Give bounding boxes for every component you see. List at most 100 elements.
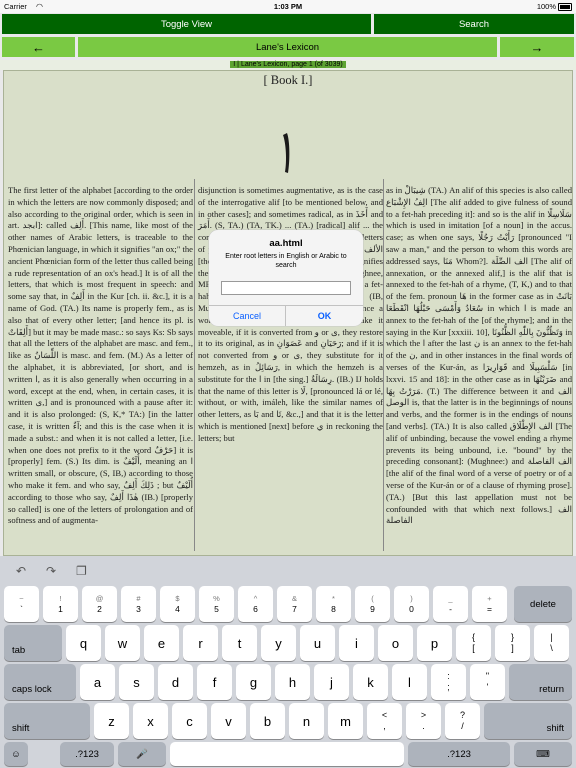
- key-h[interactable]: h: [275, 664, 310, 700]
- key-symbol: /: [461, 721, 464, 731]
- key-v[interactable]: v: [211, 703, 246, 739]
- key-w[interactable]: w: [105, 625, 140, 661]
- key-shift-symbol: (: [371, 594, 374, 603]
- key-k[interactable]: k: [353, 664, 388, 700]
- column-1: The first letter of the alphabet [accord…: [8, 185, 193, 527]
- tab-key[interactable]: tab: [4, 625, 62, 661]
- emoji-key[interactable]: ☺: [4, 742, 28, 766]
- lexicon-title-button[interactable]: Lane's Lexicon: [78, 37, 497, 57]
- key-punctuation[interactable]: " ': [470, 664, 505, 700]
- numbers-key-right[interactable]: .?123: [408, 742, 510, 766]
- key-o[interactable]: o: [378, 625, 413, 661]
- dialog-message: Enter root letters in English or Arabic …: [225, 253, 347, 269]
- key-symbol: 4: [175, 604, 180, 614]
- key-8[interactable]: * 8: [316, 586, 351, 622]
- key-shift-symbol: >: [420, 710, 427, 720]
- numbers-key-left[interactable]: .?123: [60, 742, 114, 766]
- key-symbol: ': [486, 682, 489, 692]
- key-5[interactable]: % 5: [199, 586, 234, 622]
- paste-icon[interactable]: ❐: [76, 564, 87, 578]
- key-4[interactable]: $4: [160, 586, 195, 622]
- page-info-text: I | Lane's Lexicon, page 1 (of 3039): [230, 61, 346, 68]
- redo-icon[interactable]: ↷: [46, 564, 56, 578]
- key-symbol: 3: [136, 604, 141, 614]
- return-key[interactable]: return: [509, 664, 572, 700]
- key-x[interactable]: x: [133, 703, 168, 739]
- key-shift-symbol: :: [447, 671, 450, 681]
- key-shift-symbol: @: [95, 594, 104, 603]
- key-bracket[interactable]: {[: [456, 625, 491, 661]
- key-1[interactable]: ! 1: [43, 586, 78, 622]
- key-j[interactable]: j: [314, 664, 349, 700]
- key-shift-symbol: ): [410, 594, 413, 603]
- key-l[interactable]: l: [392, 664, 427, 700]
- shift-right-key[interactable]: shift: [484, 703, 572, 739]
- key-7[interactable]: & 7: [277, 586, 312, 622]
- key-y[interactable]: y: [261, 625, 296, 661]
- hide-keyboard-key[interactable]: ⌨: [514, 742, 572, 766]
- key-symbol: [: [472, 643, 475, 653]
- search-button[interactable]: Search: [374, 14, 574, 34]
- key-p[interactable]: p: [417, 625, 452, 661]
- key-g[interactable]: g: [236, 664, 271, 700]
- key-n[interactable]: n: [289, 703, 324, 739]
- key-punctuation[interactable]: <,: [367, 703, 402, 739]
- key-symbol: 8: [331, 604, 336, 614]
- alif-glyph-icon: [283, 133, 290, 173]
- space-key[interactable]: [170, 742, 404, 766]
- key-r[interactable]: r: [183, 625, 218, 661]
- clock: 1:03 PM: [273, 2, 303, 11]
- toggle-view-label: Toggle View: [160, 18, 213, 30]
- onscreen-keyboard: ↶ ↷ ❐ ~ `! 1 @2 #3 $4% 5 ^ 6 & 7 * 8(9) 0 _ - + = delete ta…: [0, 556, 576, 768]
- key-punctuation[interactable]: ? /: [445, 703, 480, 739]
- cancel-button[interactable]: Cancel: [209, 306, 286, 326]
- undo-icon[interactable]: ↶: [16, 564, 26, 578]
- key-d[interactable]: d: [158, 664, 193, 700]
- shift-left-key[interactable]: shift: [4, 703, 90, 739]
- key-i[interactable]: i: [339, 625, 374, 661]
- key-shift-symbol: <: [381, 710, 388, 720]
- prev-page-button[interactable]: ←: [2, 37, 75, 57]
- key-e[interactable]: e: [144, 625, 179, 661]
- key-shift-symbol: ": [485, 671, 490, 681]
- key-2[interactable]: @2: [82, 586, 117, 622]
- key-=[interactable]: + =: [472, 586, 507, 622]
- next-page-button[interactable]: →: [500, 37, 574, 57]
- key-z[interactable]: z: [94, 703, 129, 739]
- key-m[interactable]: m: [328, 703, 363, 739]
- key-punctuation[interactable]: :;: [431, 664, 466, 700]
- delete-key[interactable]: delete: [514, 586, 572, 622]
- page-info: I | Lane's Lexicon, page 1 (of 3039): [0, 60, 576, 70]
- key-a[interactable]: a: [80, 664, 115, 700]
- key--[interactable]: _ -: [433, 586, 468, 622]
- toggle-view-button[interactable]: Toggle View: [2, 14, 371, 34]
- root-search-input[interactable]: [221, 281, 351, 295]
- key-3[interactable]: #3: [121, 586, 156, 622]
- key-symbol: 7: [292, 604, 297, 614]
- key-t[interactable]: t: [222, 625, 257, 661]
- key-c[interactable]: c: [172, 703, 207, 739]
- battery-icon: [558, 3, 572, 11]
- key-9[interactable]: (9: [355, 586, 390, 622]
- key-symbol: ;: [447, 682, 450, 692]
- key-punctuation[interactable]: >.: [406, 703, 441, 739]
- key-symbol: `: [20, 604, 23, 614]
- key-f[interactable]: f: [197, 664, 232, 700]
- key-b[interactable]: b: [250, 703, 285, 739]
- key-symbol: .: [422, 721, 425, 731]
- column-divider: [194, 179, 195, 551]
- key-0[interactable]: ) 0: [394, 586, 429, 622]
- key-bracket[interactable]: | \: [534, 625, 569, 661]
- key-shift-symbol: ^: [253, 594, 258, 603]
- key-bracket[interactable]: }]: [495, 625, 530, 661]
- key-`[interactable]: ~ `: [4, 586, 39, 622]
- key-u[interactable]: u: [300, 625, 335, 661]
- arrow-right-icon: →: [530, 39, 544, 55]
- key-6[interactable]: ^ 6: [238, 586, 273, 622]
- key-q[interactable]: q: [66, 625, 101, 661]
- caps-lock-key[interactable]: caps lock: [4, 664, 76, 700]
- key-symbol: 6: [253, 604, 258, 614]
- dictation-key[interactable]: 🎤: [118, 742, 166, 766]
- ok-button[interactable]: OK: [286, 306, 363, 326]
- key-s[interactable]: s: [119, 664, 154, 700]
